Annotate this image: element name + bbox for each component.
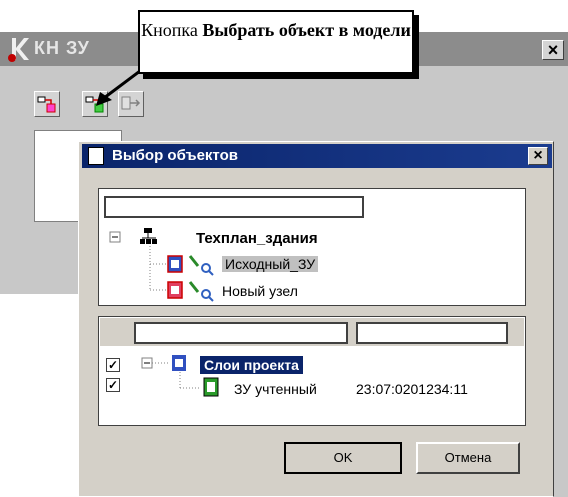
dialog-title: Выбор объектов xyxy=(112,147,238,164)
layer-checkbox-zu[interactable]: ✓ xyxy=(106,378,120,392)
select-object-button[interactable] xyxy=(34,91,60,117)
layer-checkbox-project[interactable]: ✓ xyxy=(106,358,120,372)
app-logo-icon xyxy=(8,38,29,62)
dialog-icon xyxy=(88,147,104,165)
select-object-icon xyxy=(37,96,56,113)
object-filter-input[interactable] xyxy=(104,196,364,218)
zu-layer-icon xyxy=(203,377,219,397)
tree-node-icon xyxy=(140,228,157,244)
magnifier-pencil-icon xyxy=(188,281,214,302)
background-close-button[interactable]: × xyxy=(542,40,564,60)
layer-zu-label[interactable]: ЗУ учтенный xyxy=(234,381,317,397)
callout-box: Кнопка Выбрать объект в модели xyxy=(138,10,414,74)
ok-button[interactable]: OK xyxy=(284,442,402,474)
callout-bold-text: Выбрать объект в модели xyxy=(202,20,411,40)
magnifier-pencil-icon xyxy=(188,255,214,276)
tree-node-source-zu[interactable]: Исходный_ЗУ xyxy=(222,256,319,272)
background-lower-area xyxy=(0,294,78,497)
cancel-button[interactable]: Отмена xyxy=(416,442,520,474)
object-filter-field[interactable] xyxy=(106,198,362,216)
tree-node-root[interactable]: Техплан_здания xyxy=(196,230,318,247)
tree-node-new-node[interactable]: Новый узел xyxy=(222,283,298,299)
new-node-icon xyxy=(167,281,183,299)
callout-prefix: Кнопка xyxy=(141,20,198,40)
layer-project-label[interactable]: Слои проекта xyxy=(200,356,303,374)
source-zu-icon xyxy=(167,255,183,273)
layer-icon xyxy=(172,355,186,371)
layers-filter-input-2[interactable] xyxy=(356,322,508,344)
background-window-title: КН ЗУ xyxy=(34,38,90,58)
layers-filter-input-1[interactable] xyxy=(134,322,348,344)
layers-filter-field-1[interactable] xyxy=(136,324,346,342)
layers-filter-field-2[interactable] xyxy=(358,324,506,342)
layer-zu-number: 23:07:0201234:11 xyxy=(356,381,468,397)
dialog-close-button[interactable]: × xyxy=(528,147,548,165)
